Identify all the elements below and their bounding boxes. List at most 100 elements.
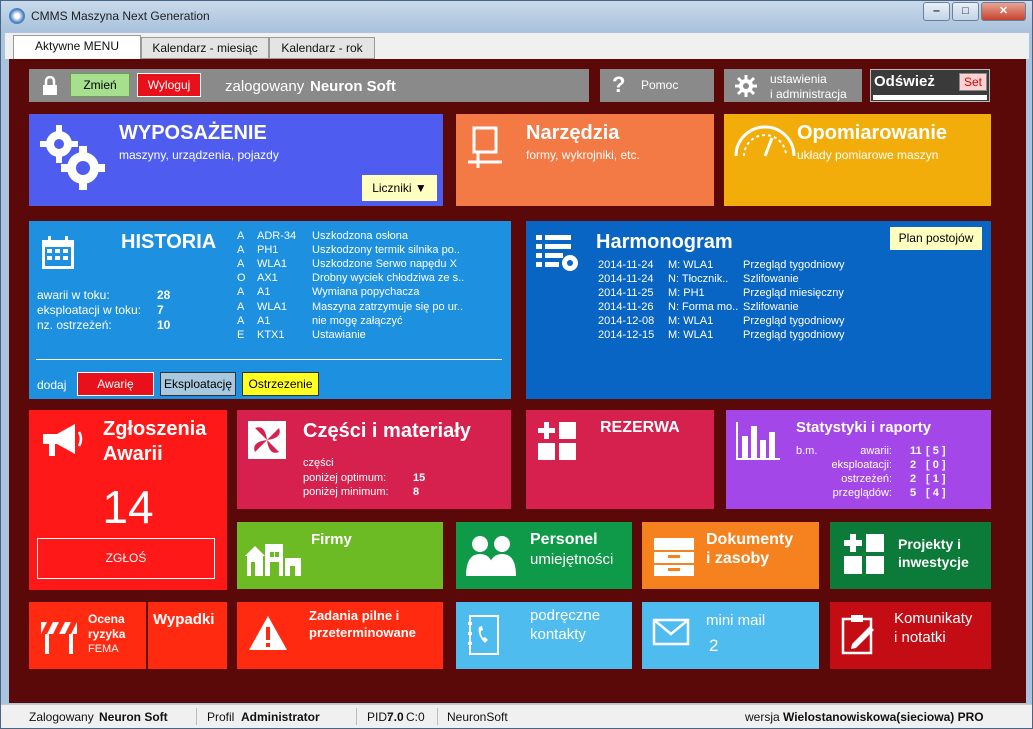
fan-icon (248, 421, 286, 459)
accidents-tile[interactable]: Wypadki (148, 602, 227, 669)
history-row[interactable]: O AX1 Drobny wyciek chłodziwa ze s.. (229, 272, 499, 286)
clipboard-icon (841, 615, 874, 655)
schedule-row[interactable]: 2014-11-24 N: Tłocznik.. Szlifowanie (598, 273, 898, 287)
contacts-tile[interactable]: podręczne kontakty (456, 602, 632, 669)
history-row-code: AX1 (257, 272, 278, 285)
status-version-value: Wielostanowiskowa(sieciowa) PRO (783, 710, 984, 724)
statistics-row-label: przeglądów: (832, 487, 892, 499)
gears-icon (40, 125, 105, 190)
add-label: dodaj (37, 378, 67, 392)
history-row-desc: Uszkodzony termik silnika po.. (312, 244, 460, 257)
schedule-row[interactable]: 2014-11-25 M: PH1 Przegląd miesięczny (598, 287, 898, 301)
schedule-row-date: 2014-11-25 (598, 287, 654, 299)
warning-icon (249, 616, 287, 650)
counters-label: Liczniki (372, 181, 412, 195)
notices-tile[interactable]: Komunikaty i notatki (830, 602, 991, 669)
refresh-tile[interactable]: Odśwież Set (870, 69, 990, 102)
schedule-row-machine: M: WLA1 (668, 329, 714, 341)
history-row[interactable]: A WLA1 Uszkodzone Serwo napędu X (229, 258, 499, 272)
urgent-tasks-tile[interactable]: Zadania pilne i przeterminowane (237, 602, 443, 669)
urgent-title-2: przeterminowane (309, 625, 416, 640)
equipment-tile[interactable]: WYPOSAŻENIE maszyny, urządzenia, pojazdy… (29, 114, 443, 206)
schedule-row[interactable]: 2014-12-15 M: WLA1 Przegląd tygodniowy (598, 329, 898, 343)
history-row-desc: Ustawianie (312, 328, 366, 341)
metering-title: Opomiarowanie (797, 122, 948, 144)
tools-tile[interactable]: Narzędzia formy, wykrojniki, etc. (456, 114, 714, 206)
schedule-tile[interactable]: Harmonogram Plan postojów 2014-11-24 M: W… (526, 221, 991, 399)
metering-tile[interactable]: Opomiarowanie układy pomiarowe maszyn (724, 114, 991, 206)
counters-dropdown[interactable]: Liczniki ▼ (362, 175, 437, 201)
status-separator (437, 708, 438, 725)
history-row[interactable]: E KTX1 Ustawianie (229, 329, 499, 343)
close-button[interactable]: ✕ (981, 2, 1026, 21)
title-bar[interactable]: CMMS Maszyna Next Generation ‒ □ ✕ (1, 1, 1032, 31)
history-row-desc: Uszkodzone Serwo napędu X (312, 258, 457, 271)
settings-tile[interactable]: ustawienia i administracja (724, 69, 862, 102)
schedule-row[interactable]: 2014-11-24 M: WLA1 Przegląd tygodniowy (598, 259, 898, 273)
report-failure-button[interactable]: ZGŁOŚ (37, 538, 215, 579)
history-row[interactable]: A ADR-34 Uszkodzona osłona (229, 230, 499, 244)
tab-active-menu[interactable]: Aktywne MENU (13, 35, 141, 59)
schedule-row-task: Szlifowanie (743, 273, 799, 285)
parts-row-label: poniżej minimum: (303, 486, 389, 498)
minimize-button[interactable]: ‒ (923, 2, 950, 21)
set-button[interactable]: Set (959, 73, 987, 91)
maximize-button[interactable]: □ (952, 2, 979, 21)
barrier-icon (41, 622, 77, 654)
history-row[interactable]: A A1 nie mogę załączyć (229, 315, 499, 329)
statistics-row-value: 5 (910, 487, 917, 499)
documents-tile[interactable]: Dokumenty i zasoby (642, 522, 819, 589)
statistics-period: b.m. (796, 445, 818, 457)
add-failure-button[interactable]: Awarię (77, 372, 154, 396)
history-row-code: KTX1 (257, 328, 285, 341)
history-row[interactable]: A A1 Wymiana popychacza (229, 286, 499, 300)
history-row[interactable]: A WLA1 Maszyna zatrzymuje się po ur.. (229, 301, 499, 315)
history-title: HISTORIA (121, 231, 217, 253)
help-label: Pomoc (641, 78, 679, 92)
history-row-desc: Maszyna zatrzymuje się po ur.. (312, 300, 464, 313)
change-button[interactable]: Zmień (70, 73, 130, 97)
schedule-row-machine: M: PH1 (668, 287, 705, 299)
history-stat-value: 10 (157, 318, 171, 332)
settings-label-1: ustawienia (770, 72, 827, 86)
statistics-tile[interactable]: Statystyki i raporty b.m. awarii: 11 [ 5 ]… (726, 410, 991, 509)
logout-button[interactable]: Wyloguj (137, 73, 201, 97)
history-stat-label: nz. ostrzeżeń: (37, 318, 112, 332)
failure-reports-tile[interactable]: Zgłoszenia Awarii 14 ZGŁOŚ (29, 410, 227, 590)
logged-prefix: zalogowany (225, 78, 305, 95)
staff-tile[interactable]: Personel umiejętności (456, 522, 632, 589)
schedule-row-date: 2014-11-24 (598, 259, 654, 271)
mini-mail-tile[interactable]: mini mail 2 (642, 602, 819, 669)
help-tile[interactable]: ? Pomoc (600, 69, 714, 102)
gear-icon (735, 75, 757, 97)
risk-assessment-tile[interactable]: Ocena ryzyka FEMA (29, 602, 146, 669)
urgent-title-1: Zadania pilne i (309, 608, 400, 623)
calendar-icon (42, 236, 74, 269)
tools-title: Narzędzia (526, 122, 620, 144)
schedule-row[interactable]: 2014-11-26 N: Forma mo.. Szlifowanie (598, 301, 898, 315)
history-row-desc: Wymiana popychacza (312, 286, 420, 299)
schedule-row[interactable]: 2014-12-08 M: WLA1 Przegląd tygodniowy (598, 315, 898, 329)
failure-reports-title-2: Awarii (103, 443, 163, 465)
reserve-tile[interactable]: REZERWA (526, 410, 714, 509)
add-warning-button[interactable]: Ostrzezenie (242, 372, 319, 396)
history-tile[interactable]: HISTORIA dodaj Awarię Eksploatację Ostrz… (29, 221, 511, 399)
projects-tile[interactable]: Projekty i inwestycje (830, 522, 991, 589)
schedule-row-date: 2014-12-15 (598, 329, 655, 341)
schedule-row-task: Przegląd tygodniowy (743, 259, 845, 271)
parts-tile[interactable]: Części i materiały części poniżej optimu… (237, 410, 511, 509)
schedule-row-date: 2014-11-24 (598, 273, 654, 285)
tab-calendar-month[interactable]: Kalendarz - miesiąc (141, 37, 269, 59)
downtime-plan-button[interactable]: Plan postojów (890, 227, 982, 250)
documents-title-2: i zasoby (706, 550, 770, 567)
statistics-row-extra: [ 4 ] (926, 487, 946, 499)
history-stat-label: eksploatacji w toku: (37, 303, 142, 317)
status-profile-value: Administrator (241, 710, 320, 724)
tab-strip: Aktywne MENU Kalendarz - miesiąc Kalenda… (5, 33, 1029, 59)
history-row[interactable]: A PH1 Uszkodzony termik silnika po.. (229, 244, 499, 258)
tab-calendar-year[interactable]: Kalendarz - rok (269, 37, 375, 59)
companies-tile[interactable]: Firmy (237, 522, 443, 589)
megaphone-icon (43, 424, 83, 456)
add-operation-button[interactable]: Eksploatację (160, 372, 236, 396)
phonebook-icon (468, 615, 499, 655)
